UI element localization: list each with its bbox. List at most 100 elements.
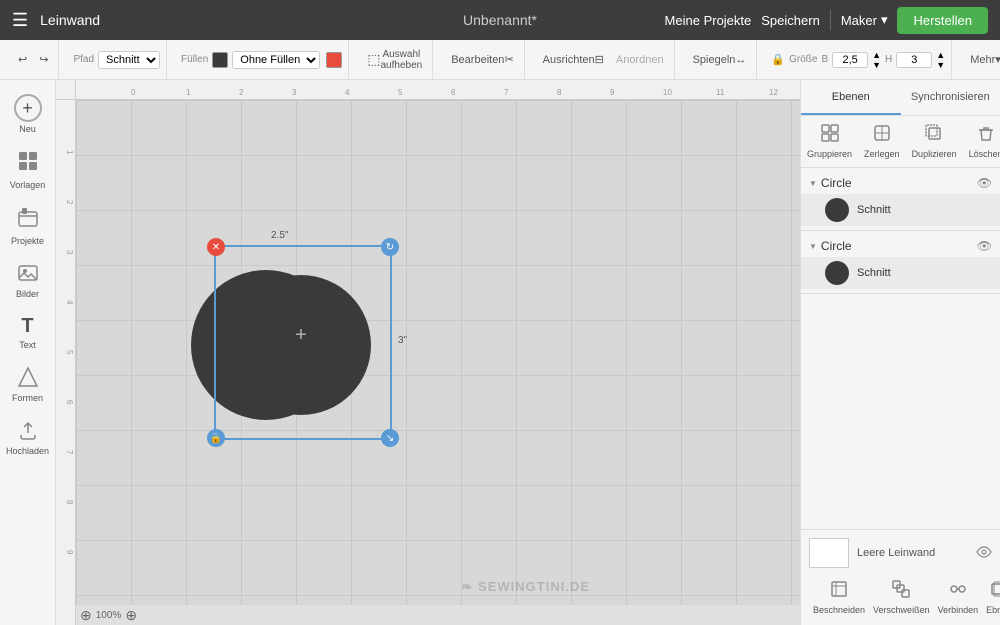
undo-button[interactable]: ↩: [14, 51, 31, 68]
ebnen-button[interactable]: Ebnen: [982, 578, 1000, 617]
maker-button[interactable]: Maker ▾: [841, 12, 888, 28]
sidebar-item-projekte[interactable]: Projekte: [4, 200, 52, 252]
layer-header-2[interactable]: ▼ Circle 👁: [801, 235, 1000, 257]
formen-icon: [17, 366, 39, 391]
tab-synchronisieren[interactable]: Synchronisieren: [901, 80, 1000, 115]
w-stepper-up[interactable]: ▲▼: [872, 50, 881, 70]
vruler-mark-3: 3: [65, 250, 74, 254]
handle-top-left[interactable]: ✕: [207, 238, 225, 256]
height-input[interactable]: [896, 52, 932, 68]
layer-item-1[interactable]: Schnitt: [801, 194, 1000, 226]
ausrichten-button[interactable]: Ausrichten ⊟: [539, 51, 608, 68]
top-nav-right: Meine Projekte Speichern Maker ▾ Herstel…: [665, 7, 988, 34]
menu-icon[interactable]: ☰: [12, 10, 28, 31]
layer-item-2[interactable]: Schnitt: [801, 257, 1000, 289]
canvas-area[interactable]: 0 1 2 3 4 5 6 7 8 9 10 11 12 1 2 3 4 5 6…: [56, 80, 800, 625]
app-title: Leinwand: [40, 12, 100, 28]
preview-eye-icon[interactable]: [976, 544, 992, 563]
ruler-mark-7: 7: [504, 88, 508, 97]
bearbeiten-button[interactable]: Bearbeiten ✂: [447, 51, 517, 68]
layer-group-1: ▼ Circle 👁 Schnitt: [801, 168, 1000, 231]
duplizieren-button[interactable]: Duplizieren: [906, 120, 963, 163]
color-swatch[interactable]: [212, 52, 228, 68]
sidebar-item-neu[interactable]: + Neu: [4, 88, 52, 140]
vruler-mark-7: 7: [65, 450, 74, 454]
verbinden-icon: [949, 580, 967, 603]
selection-icon: ⬚: [367, 51, 380, 68]
divider: [830, 10, 831, 30]
vruler-mark-4: 4: [65, 300, 74, 304]
ruler-mark-6: 6: [451, 88, 455, 97]
verschweissen-icon: [892, 580, 910, 603]
canvas-grid: ✕ ↻ 🔒 ↘ + 2.5" 3": [76, 100, 800, 605]
width-input[interactable]: [832, 52, 868, 68]
ruler-mark-8: 8: [557, 88, 561, 97]
handle-bottom-right[interactable]: ↘: [381, 429, 399, 447]
zoom-out-button[interactable]: ⊕: [80, 607, 92, 624]
ebnen-icon: [990, 580, 1000, 603]
preview-row: Leere Leinwand: [809, 538, 992, 568]
layers-list: ▼ Circle 👁 Schnitt ▼ Circle 👁: [801, 168, 1000, 529]
grosse-label: Größe: [789, 54, 817, 65]
pfad-select[interactable]: Schnitt: [98, 51, 160, 69]
right-panel-tabs: Ebenen Synchronisieren: [801, 80, 1000, 116]
vruler-mark-2: 2: [65, 200, 74, 204]
ruler-mark-11: 11: [716, 88, 724, 97]
spiegeln-button[interactable]: Spiegeln ↔: [689, 52, 751, 68]
bearbeiten-icon: ✂: [504, 53, 513, 66]
auswahl-aufheben-button[interactable]: ⬚ Auswahl aufheben: [363, 47, 426, 73]
layer-2-thumbnail: [825, 261, 849, 285]
ruler-mark-0: 0: [131, 88, 135, 97]
ruler-mark-9: 9: [610, 88, 614, 97]
layer-2-eye-icon[interactable]: 👁: [977, 239, 992, 253]
grosse-group: 🔒 Größe B ▲▼ H ▲▼: [765, 40, 952, 79]
main-layout: + Neu Vorlagen Projekte Bilder T Text: [0, 80, 1000, 625]
vorlagen-icon: [17, 150, 39, 178]
b-label: B: [821, 54, 828, 65]
spiegeln-group: Spiegeln ↔: [683, 40, 758, 79]
ruler-mark-2: 2: [239, 88, 243, 97]
tab-ebenen[interactable]: Ebenen: [801, 80, 901, 115]
stroke-swatch[interactable]: [326, 52, 342, 68]
loschen-button[interactable]: Löschen: [963, 120, 1000, 163]
ruler-mark-10: 10: [663, 88, 672, 97]
sidebar-item-text[interactable]: T Text: [4, 309, 52, 356]
zerlegen-icon: [873, 124, 891, 147]
herstellen-button[interactable]: Herstellen: [897, 7, 988, 34]
layer-1-eye-icon[interactable]: 👁: [977, 176, 992, 190]
projekte-icon: [17, 206, 39, 234]
ruler-mark-4: 4: [345, 88, 349, 97]
mehr-button[interactable]: Mehr ▾: [966, 51, 1000, 68]
preview-swatch: [809, 538, 849, 568]
bilder-icon: [17, 262, 39, 287]
beschneiden-button[interactable]: Beschneiden: [809, 578, 869, 617]
beschneiden-icon: [830, 580, 848, 603]
layer-2-expand-icon: ▼: [809, 242, 817, 251]
fullen-select[interactable]: Ohne Füllen: [232, 51, 320, 69]
sidebar-item-hochladen[interactable]: Hochladen: [4, 413, 52, 462]
zerlegen-button[interactable]: Zerlegen: [858, 120, 906, 163]
handle-top-right[interactable]: ↻: [381, 238, 399, 256]
layer-2-info: Schnitt: [857, 267, 992, 279]
verschweissen-button[interactable]: Verschweißen: [869, 578, 934, 617]
layer-header-1[interactable]: ▼ Circle 👁: [801, 172, 1000, 194]
h-stepper-up[interactable]: ▲▼: [936, 50, 945, 70]
lock-icon: 🔒: [771, 53, 785, 66]
sidebar-item-formen[interactable]: Formen: [4, 360, 52, 409]
zoom-level: 100%: [96, 610, 122, 621]
verbinden-button[interactable]: Verbinden: [934, 578, 983, 617]
ruler-horizontal: 0 1 2 3 4 5 6 7 8 9 10 11 12: [76, 80, 800, 100]
projekte-button[interactable]: Meine Projekte: [665, 13, 752, 28]
vruler-mark-5: 5: [65, 350, 74, 354]
redo-button[interactable]: ↪: [35, 51, 52, 68]
layer-group-2: ▼ Circle 👁 Schnitt: [801, 231, 1000, 294]
vruler-mark-9: 9: [65, 550, 74, 554]
sidebar-item-vorlagen[interactable]: Vorlagen: [4, 144, 52, 196]
zoom-in-button[interactable]: ⊕: [125, 607, 137, 624]
ausrichten-group: Ausrichten ⊟ Anordnen: [533, 40, 675, 79]
handle-bottom-left[interactable]: 🔒: [207, 429, 225, 447]
sidebar-item-bilder[interactable]: Bilder: [4, 256, 52, 305]
speichern-button[interactable]: Speichern: [761, 13, 820, 28]
anordnen-button[interactable]: Anordnen: [612, 52, 668, 68]
gruppieren-button[interactable]: Gruppieren: [801, 120, 858, 163]
